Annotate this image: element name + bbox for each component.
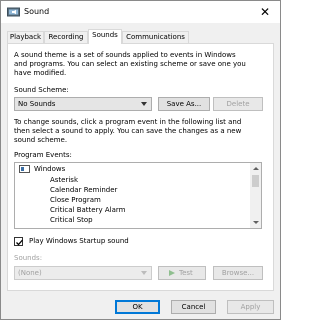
sound-scheme-select[interactable]: No Sounds bbox=[14, 97, 152, 111]
play-icon bbox=[169, 270, 175, 276]
sounds-select[interactable]: (None) bbox=[14, 266, 152, 280]
list-item[interactable]: Critical Battery Alarm bbox=[50, 205, 125, 215]
scroll-up-icon[interactable] bbox=[253, 167, 259, 170]
tab-recording[interactable]: Recording bbox=[44, 31, 88, 43]
checkmark-icon bbox=[16, 239, 23, 246]
program-events-label: Program Events: bbox=[14, 151, 72, 159]
scroll-down-icon[interactable] bbox=[253, 221, 259, 224]
group-label: Windows bbox=[34, 165, 66, 173]
tab-communications[interactable]: Communications bbox=[122, 31, 189, 43]
sound-scheme-value: No Sounds bbox=[18, 100, 56, 108]
delete-button[interactable]: Delete bbox=[213, 97, 263, 111]
apply-button[interactable]: Apply bbox=[227, 300, 274, 314]
sounds-label: Sounds: bbox=[14, 254, 43, 262]
test-label: Test bbox=[179, 269, 193, 277]
windows-group-icon bbox=[19, 165, 30, 173]
browse-button[interactable]: Browse... bbox=[213, 266, 263, 280]
tab-sounds[interactable]: Sounds bbox=[88, 29, 122, 44]
intro-text-line-3: have modified. bbox=[14, 69, 67, 77]
window-title: Sound bbox=[24, 7, 50, 16]
close-icon[interactable]: ✕ bbox=[254, 3, 276, 21]
list-item[interactable]: Critical Stop bbox=[50, 215, 93, 225]
startup-sound-checkbox[interactable] bbox=[14, 237, 23, 246]
program-events-list[interactable]: Windows Asterisk Calendar Reminder Close… bbox=[14, 162, 262, 229]
list-item[interactable]: Calendar Reminder bbox=[50, 185, 117, 195]
sound-scheme-label: Sound Scheme: bbox=[14, 86, 69, 94]
sound-dialog: Sound ✕ Playback Recording Sounds Commun… bbox=[0, 0, 281, 320]
vertical-scrollbar[interactable] bbox=[250, 163, 261, 228]
startup-sound-label: Play Windows Startup sound bbox=[29, 237, 129, 245]
sounds-value: (None) bbox=[18, 269, 42, 277]
ok-button[interactable]: OK bbox=[115, 300, 160, 314]
chevron-down-icon bbox=[141, 102, 147, 106]
save-as-button[interactable]: Save As... bbox=[158, 97, 210, 111]
instructions-line-3: sound scheme. bbox=[14, 136, 68, 144]
cancel-button[interactable]: Cancel bbox=[171, 300, 216, 314]
speaker-icon bbox=[7, 7, 20, 17]
test-button[interactable]: Test bbox=[158, 266, 206, 280]
title-bar[interactable]: Sound ✕ bbox=[1, 1, 280, 23]
list-item[interactable]: Close Program bbox=[50, 195, 101, 205]
tab-playback[interactable]: Playback bbox=[7, 31, 44, 43]
list-item[interactable]: Asterisk bbox=[50, 175, 78, 185]
scroll-thumb[interactable] bbox=[252, 175, 259, 187]
chevron-down-icon bbox=[141, 271, 147, 275]
